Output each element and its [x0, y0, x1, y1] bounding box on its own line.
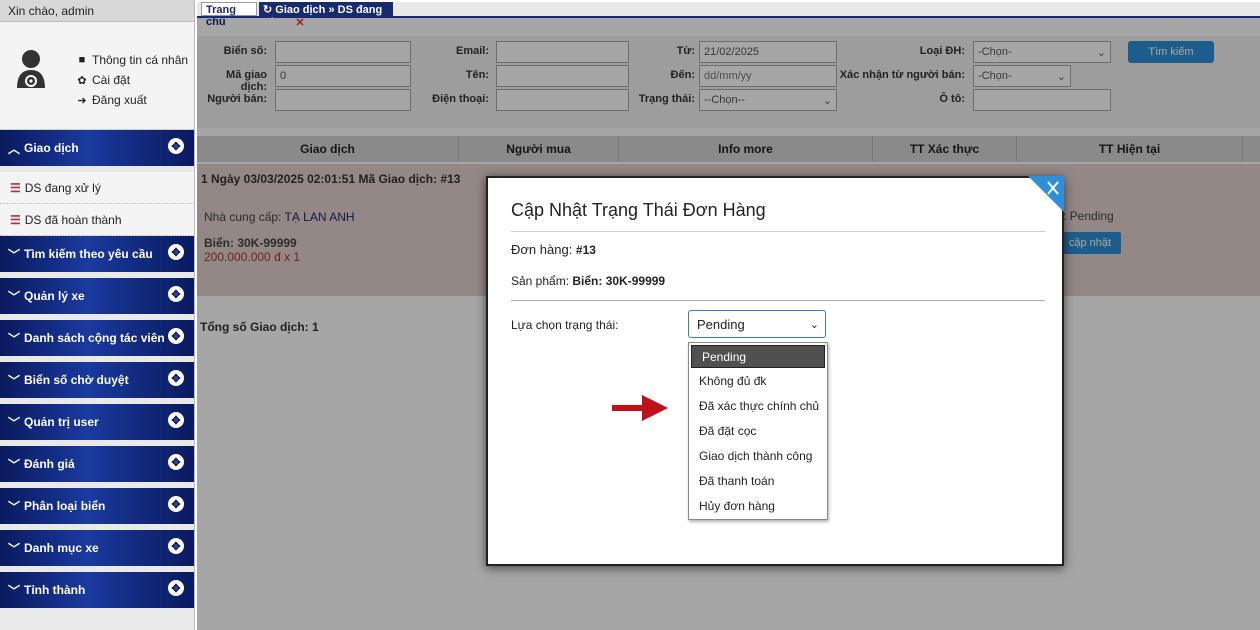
divider [511, 231, 1045, 232]
modal-order: Đơn hàng: #13 [511, 242, 596, 257]
menu-tim-kiem[interactable]: ﹀ Tìm kiếm theo yêu cầu ✥ [0, 236, 194, 278]
chevron-down-icon: ﹀ [8, 583, 21, 598]
menu-label: Danh mục xe [24, 541, 99, 555]
menu-danh-muc-xe[interactable]: ﹀ Danh mục xe ✥ [0, 530, 194, 572]
menu-label: Tỉnh thành [24, 583, 86, 597]
menu-label: Quản trị user [24, 415, 99, 429]
menu-label: Đánh giá [24, 457, 75, 471]
divider [511, 300, 1045, 301]
modal-title: Cập Nhật Trạng Thái Đơn Hàng [511, 200, 766, 220]
move-icon[interactable]: ✥ [168, 496, 184, 512]
menu-label: Quản lý xe [24, 289, 85, 303]
chevron-down-icon: ﹀ [8, 247, 21, 262]
tab-giao-dich[interactable]: ↻ Giao dịch » DS đang xử lý ✕ [259, 2, 393, 29]
status-select-label: Lựa chọn trạng thái: [511, 318, 619, 332]
menu-giao-dich-label: Giao dịch [24, 141, 79, 155]
menu-cong-tac-vien[interactable]: ﹀ Danh sách cộng tác viên ✥ [0, 320, 194, 362]
menu-danh-gia[interactable]: ﹀ Đánh giá ✥ [0, 446, 194, 488]
chevron-down-icon: ﹀ [8, 541, 21, 556]
profile-info-label: Thông tin cá nhân [92, 53, 189, 67]
list-icon: ☰ [10, 212, 21, 227]
product-label: Sản phẩm: [511, 274, 573, 288]
status-dropdown: Pending Không đủ đk Đã xác thực chính ch… [688, 342, 828, 520]
sidebar: Xin chào, admin ■ Thông tin cá nhân ✿ Cà… [0, 0, 195, 630]
chevron-down-icon: ﹀ [8, 289, 21, 304]
comment-icon: ■ [78, 54, 86, 66]
menu-quan-tri-user[interactable]: ﹀ Quản trị user ✥ [0, 404, 194, 446]
status-selected-value: Pending [697, 316, 745, 332]
menu-quan-ly-xe[interactable]: ﹀ Quản lý xe ✥ [0, 278, 194, 320]
move-icon[interactable]: ✥ [168, 138, 184, 154]
close-icon[interactable] [1028, 176, 1064, 212]
sub-item-ds-dang-xu-ly[interactable]: ☰ DS đang xử lý [0, 172, 194, 204]
move-icon[interactable]: ✥ [168, 580, 184, 596]
move-icon[interactable]: ✥ [168, 538, 184, 554]
order-value: #13 [575, 243, 596, 257]
chevron-down-icon: ﹀ [8, 415, 21, 430]
option-khong-du-dk[interactable]: Không đủ đk [689, 368, 827, 393]
chevron-down-icon: ﹀ [8, 499, 21, 514]
user-avatar-icon [17, 50, 45, 88]
logout-icon: ➜ [77, 94, 87, 107]
logout-link[interactable]: ➜ Đăng xuất [76, 90, 188, 110]
option-da-dat-coc[interactable]: Đã đặt cọc [689, 418, 827, 443]
settings-link[interactable]: ✿ Cài đặt [76, 70, 188, 90]
menu-label: Phân loại biển [24, 499, 106, 513]
menu-tinh-thanh[interactable]: ﹀ Tỉnh thành ✥ [0, 572, 194, 614]
chevron-up-icon: ︿ [8, 141, 21, 156]
status-select[interactable]: Pending ⌄ [688, 310, 826, 338]
chevron-down-icon: ﹀ [8, 457, 21, 472]
move-icon[interactable]: ✥ [168, 244, 184, 260]
chevron-down-icon: ⌄ [809, 318, 819, 331]
profile-panel: ■ Thông tin cá nhân ✿ Cài đặt ➜ Đăng xuấ… [0, 22, 194, 130]
order-label: Đơn hàng: [511, 242, 576, 257]
profile-info-link[interactable]: ■ Thông tin cá nhân [76, 50, 188, 70]
move-icon[interactable]: ✥ [168, 412, 184, 428]
modal-product: Sản phẩm: Biển: 30K-99999 [511, 274, 665, 288]
sub-item-ds-da-hoan-thanh[interactable]: ☰ DS đã hoàn thành [0, 204, 194, 236]
chevron-down-icon: ﹀ [8, 373, 21, 388]
tab-home[interactable]: Trang chủ [201, 2, 257, 28]
option-pending[interactable]: Pending [691, 345, 825, 368]
option-giao-dich-thanh-cong[interactable]: Giao dịch thành công [689, 443, 827, 468]
menu-giao-dich[interactable]: ︿ Giao dịch ✥ [0, 130, 194, 172]
menu-label: Tìm kiếm theo yêu cầu [24, 247, 153, 261]
greeting: Xin chào, admin [0, 0, 194, 22]
tab-bar: Trang chủ ↻ Giao dịch » DS đang xử lý ✕ [197, 2, 1260, 29]
product-value: Biển: 30K-99999 [572, 274, 666, 288]
update-status-modal: Cập Nhật Trạng Thái Đơn Hàng Đơn hàng: #… [486, 176, 1064, 566]
refresh-icon: ↻ [263, 4, 273, 16]
settings-label: Cài đặt [92, 73, 131, 87]
red-arrow-icon [612, 395, 668, 421]
gear-icon: ✿ [77, 74, 87, 87]
chevron-down-icon: ﹀ [8, 331, 21, 346]
move-icon[interactable]: ✥ [168, 370, 184, 386]
logout-label: Đăng xuất [92, 93, 147, 107]
move-icon[interactable]: ✥ [168, 328, 184, 344]
option-da-xac-thuc-chinh-chu[interactable]: Đã xác thực chính chủ [689, 393, 827, 418]
sub-item-label: DS đã hoàn thành [24, 212, 122, 227]
menu-bien-so-cho-duyet[interactable]: ﹀ Biển số chờ duyệt ✥ [0, 362, 194, 404]
list-icon: ☰ [10, 180, 21, 195]
menu-phan-loai-bien[interactable]: ﹀ Phân loại biển ✥ [0, 488, 194, 530]
sub-item-label: DS đang xử lý [24, 180, 101, 195]
menu-label: Danh sách cộng tác viên [24, 331, 165, 345]
option-huy-don-hang[interactable]: Hủy đơn hàng [689, 493, 827, 518]
move-icon[interactable]: ✥ [168, 454, 184, 470]
menu-label: Biển số chờ duyệt [24, 373, 129, 387]
option-da-thanh-toan[interactable]: Đã thanh toán [689, 468, 827, 493]
move-icon[interactable]: ✥ [168, 286, 184, 302]
